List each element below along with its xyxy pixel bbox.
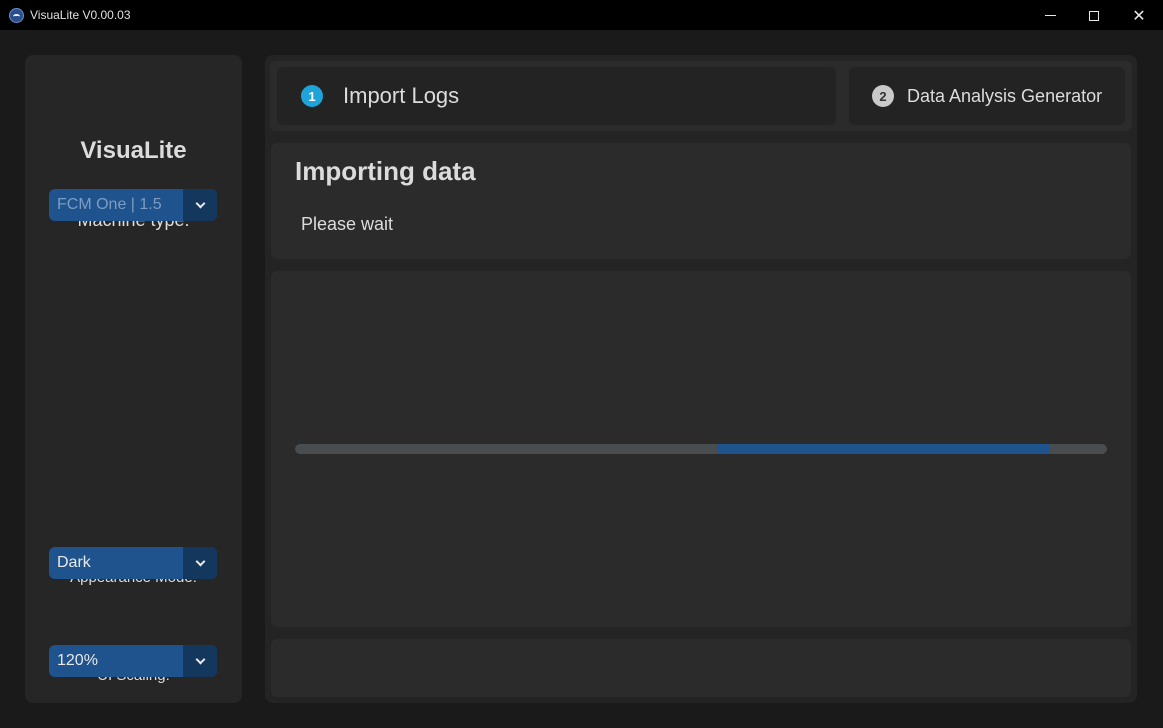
ui-scaling-dropdown[interactable]: 120% [49,645,217,677]
status-card: Importing data Please wait [271,143,1131,259]
status-title: Importing data [295,156,476,186]
step-2-icon: 2 [872,85,894,107]
minimize-button[interactable] [1027,0,1073,31]
tab-data-analysis-generator[interactable]: 2 Data Analysis Generator [849,67,1125,125]
app-icon [9,8,24,23]
title-bar: VisuaLite V0.00.03 ✕ [0,0,1163,31]
maximize-button[interactable] [1071,0,1117,31]
step-tabs: 1 Import Logs 2 Data Analysis Generator [270,61,1132,131]
machine-type-value: FCM One | 1.5 [57,196,162,213]
sidebar: VisuaLite Machine type: FCM One | 1.5 Ap… [25,55,242,703]
chevron-down-icon [195,198,205,209]
maximize-icon [1089,10,1099,21]
progress-bar [295,444,1107,454]
progress-bar-fill [717,444,1051,454]
tab-import-logs[interactable]: 1 Import Logs [277,67,836,125]
machine-type-dropdown-toggle[interactable] [183,189,217,221]
chevron-down-icon [195,556,205,567]
footer-panel [271,639,1131,697]
close-button[interactable]: ✕ [1116,0,1162,31]
chevron-down-icon [195,654,205,665]
tab-import-logs-label: Import Logs [343,83,460,108]
window-title: VisuaLite V0.00.03 [30,8,131,22]
main-panel: 1 Import Logs 2 Data Analysis Generator … [265,55,1137,703]
step-1-icon: 1 [301,85,323,107]
app-brand: VisuaLite [80,137,187,164]
appearance-mode-dropdown-toggle[interactable] [183,547,217,579]
appearance-mode-dropdown[interactable]: Dark [49,547,217,579]
appearance-mode-value: Dark [57,554,91,571]
progress-card [271,271,1131,627]
ui-scaling-value: 120% [57,652,98,669]
close-icon: ✕ [1132,6,1146,25]
ui-scaling-dropdown-toggle[interactable] [183,645,217,677]
minimize-icon [1044,15,1056,16]
status-message: Please wait [301,214,394,234]
tab-data-analysis-generator-label: Data Analysis Generator [907,85,1103,106]
machine-type-dropdown[interactable]: FCM One | 1.5 [49,189,217,221]
